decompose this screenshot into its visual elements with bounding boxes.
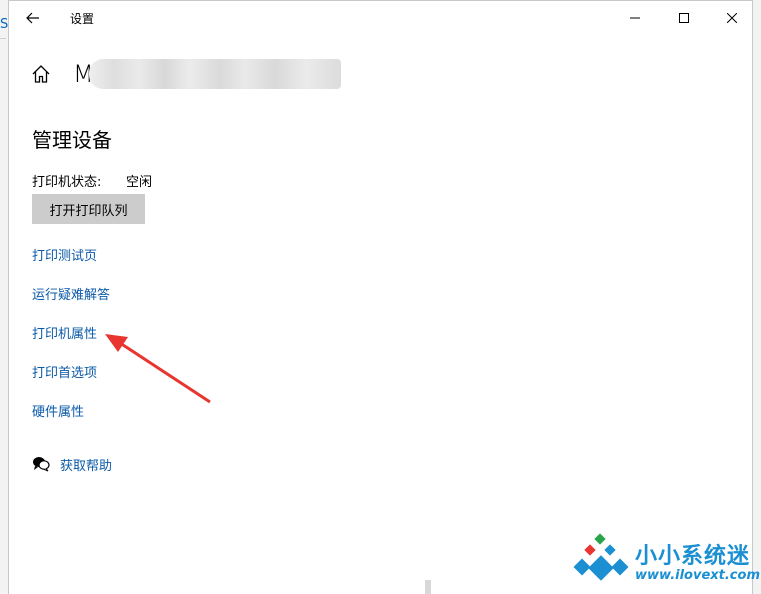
- annotation-arrow: [105, 334, 211, 404]
- watermark-url: www.ilovext.com: [635, 568, 760, 583]
- background-scroll-fragment: [425, 580, 431, 594]
- watermark-logo-icon: [573, 533, 629, 581]
- watermark-title: 小小系统迷: [635, 544, 751, 569]
- site-watermark: 小小系统迷 www.ilovext.com: [572, 531, 760, 591]
